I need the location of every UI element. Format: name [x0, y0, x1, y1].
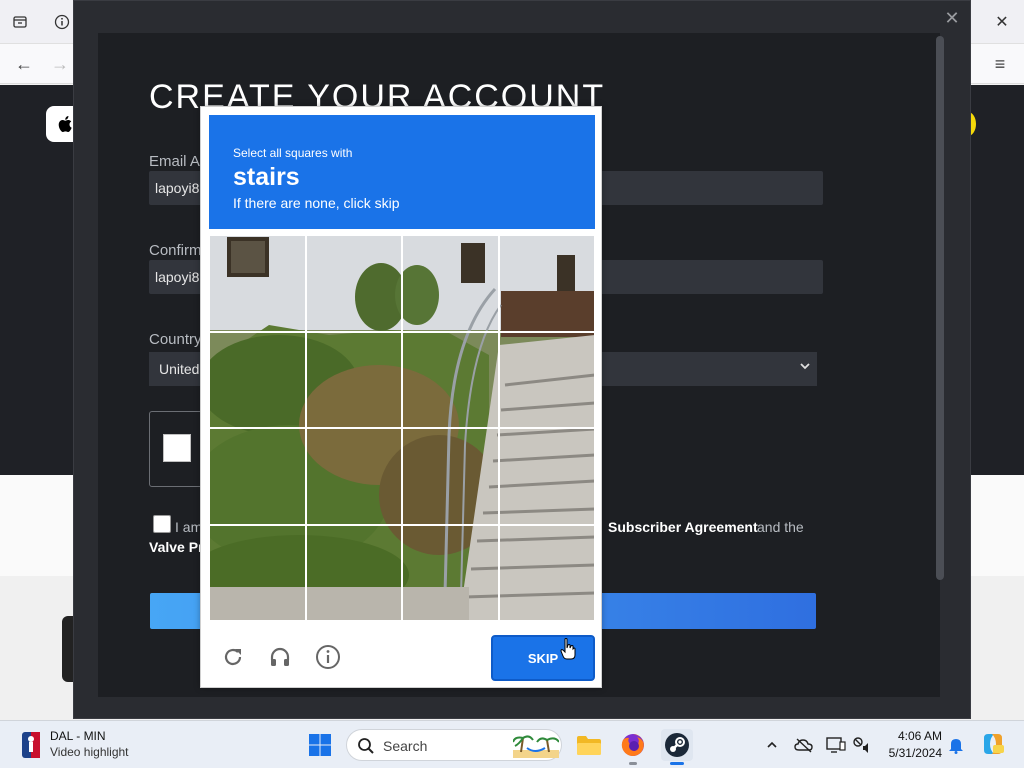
forward-arrow-icon[interactable]: → — [48, 52, 72, 76]
app-active-indicator — [670, 762, 684, 765]
firefox-icon[interactable] — [617, 729, 649, 765]
network-volume-icon[interactable] — [852, 735, 872, 755]
captcha-tile[interactable] — [305, 428, 402, 525]
captcha-tile[interactable] — [498, 331, 595, 428]
captcha-tile[interactable] — [305, 331, 402, 428]
captcha-image-grid — [209, 235, 595, 621]
widget-subtitle[interactable]: Video highlight — [50, 745, 129, 759]
email-label: Email Ac — [149, 153, 208, 170]
site-info-icon[interactable] — [50, 10, 74, 34]
modal-scrollbar[interactable] — [936, 36, 944, 580]
notification-bell-icon[interactable] — [946, 735, 966, 755]
captcha-tile[interactable] — [498, 428, 595, 525]
copilot-icon[interactable] — [980, 731, 1006, 757]
display-icon[interactable] — [826, 735, 846, 755]
captcha-target-word: stairs — [233, 163, 300, 191]
search-placeholder: Search — [383, 738, 428, 754]
captcha-tile[interactable] — [305, 524, 402, 621]
captcha-tile[interactable] — [402, 235, 499, 332]
skip-button[interactable]: SKIP — [491, 635, 595, 681]
subscriber-agreement-link[interactable]: Subscriber Agreement — [608, 519, 758, 535]
refresh-icon[interactable] — [219, 643, 247, 671]
menu-hamburger-icon[interactable]: ≡ — [988, 52, 1012, 76]
captcha-tile[interactable] — [209, 428, 306, 525]
audio-challenge-icon[interactable] — [266, 643, 294, 671]
captcha-tile[interactable] — [402, 524, 499, 621]
onedrive-offline-icon[interactable] — [794, 735, 814, 755]
captcha-footer: SKIP — [209, 627, 595, 687]
taskbar-search-box[interactable]: Search — [346, 729, 562, 761]
search-icon — [358, 738, 374, 754]
agree-checkbox[interactable] — [153, 515, 171, 533]
captcha-tile[interactable] — [498, 235, 595, 332]
back-arrow-icon[interactable]: ← — [12, 52, 36, 76]
captcha-checkbox[interactable] — [163, 434, 191, 462]
close-tab-icon[interactable]: ✕ — [990, 10, 1014, 34]
clock-date[interactable]: 5/31/2024 — [884, 746, 942, 760]
windows-start-icon[interactable] — [308, 733, 332, 757]
captcha-tile[interactable] — [402, 428, 499, 525]
app-running-indicator — [629, 762, 637, 765]
captcha-challenge: Select all squares with stairs If there … — [200, 106, 602, 688]
captcha-tile[interactable] — [209, 524, 306, 621]
chevron-up-icon[interactable] — [762, 735, 782, 755]
captcha-subtext: If there are none, click skip — [233, 195, 400, 211]
confirm-email-label: Confirm — [149, 242, 202, 259]
nba-logo-icon[interactable] — [20, 731, 42, 759]
close-icon[interactable]: ✕ — [940, 7, 964, 29]
agree-text: I am — [175, 519, 203, 535]
chevron-down-icon — [799, 359, 811, 375]
steam-icon[interactable] — [661, 729, 693, 765]
captcha-tile[interactable] — [305, 235, 402, 332]
privacy-policy-link[interactable]: Valve Pr — [149, 539, 204, 555]
agree-text-tail: and the — [757, 519, 804, 535]
country-select-value: United — [159, 361, 200, 377]
captcha-header: Select all squares with stairs If there … — [209, 115, 595, 229]
search-highlight-icon — [513, 735, 559, 758]
captcha-tile[interactable] — [402, 331, 499, 428]
info-icon[interactable] — [314, 643, 342, 671]
captcha-tile[interactable] — [209, 331, 306, 428]
captcha-tile[interactable] — [209, 235, 306, 332]
clock-time[interactable]: 4:06 AM — [884, 729, 942, 743]
tab-overview-icon[interactable] — [8, 10, 32, 34]
captcha-prompt: Select all squares with — [233, 146, 353, 160]
file-explorer-icon[interactable] — [573, 729, 605, 761]
hand-cursor-icon — [560, 638, 576, 660]
country-label: Country — [149, 331, 202, 348]
captcha-tile[interactable] — [498, 524, 595, 621]
taskbar: DAL - MIN Video highlight Search 4:06 AM… — [0, 720, 1024, 768]
widget-title[interactable]: DAL - MIN — [50, 729, 106, 743]
